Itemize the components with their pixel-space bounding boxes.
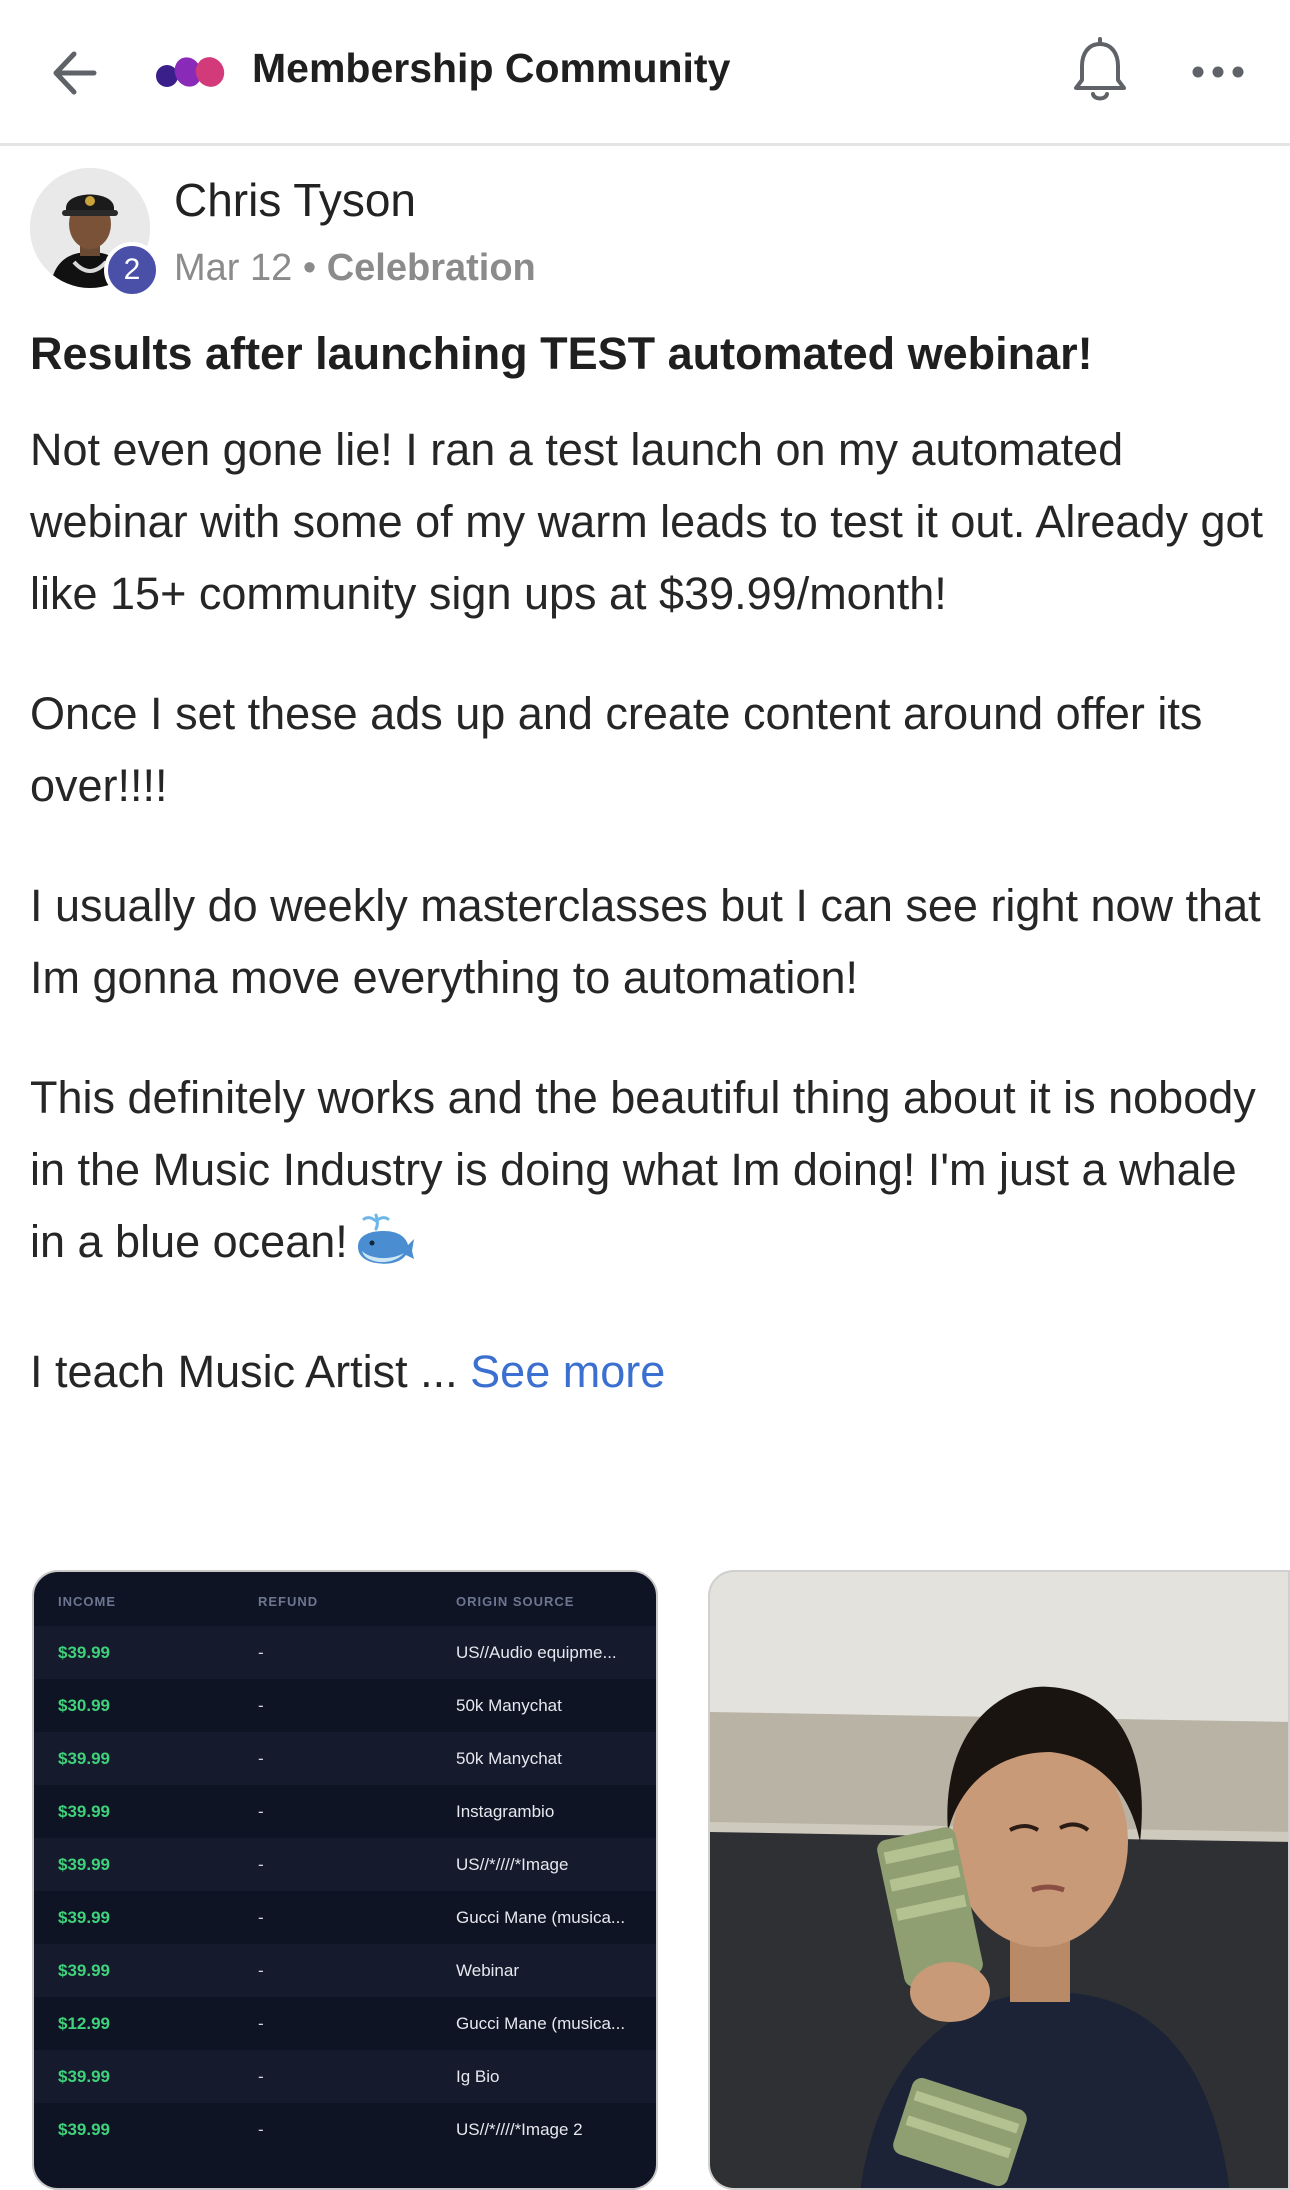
truncated-text: I teach Music Artist ...	[30, 1346, 458, 1397]
author-name[interactable]: Chris Tyson	[174, 172, 416, 228]
truncated-paragraph: I teach Music Artist ... See more	[30, 1336, 1270, 1408]
post-category[interactable]: Celebration	[327, 247, 536, 289]
top-bar: Membership Community	[0, 0, 1290, 146]
see-more-link[interactable]: See more	[470, 1346, 665, 1397]
table-cell-source: Instagrambio	[456, 1802, 555, 1821]
table-cell-refund: -	[258, 1855, 264, 1874]
table-cell-income: $39.99	[58, 1749, 110, 1768]
bell-icon	[1074, 37, 1126, 101]
post-paragraph: Once I set these ads up and create conte…	[30, 688, 1203, 811]
attachment-photo[interactable]	[708, 1570, 1290, 2190]
table-header-refund: REFUND	[258, 1594, 319, 1609]
table-row: $39.99 - Gucci Mane (musica...	[34, 1891, 656, 1944]
meta-separator: •	[302, 247, 317, 289]
table-cell-refund: -	[258, 1643, 264, 1662]
table-cell-source: Webinar	[456, 1961, 519, 1980]
table-cell-source: Gucci Mane (musica...	[456, 2014, 626, 2033]
table-row: $39.99 - US//*////*Image 2	[34, 2103, 656, 2156]
post-meta: Mar 12 • Celebration	[174, 244, 536, 292]
table-row: $12.99 - Gucci Mane (musica...	[34, 1997, 656, 2050]
notifications-button[interactable]	[1068, 36, 1132, 108]
table-cell-income: $39.99	[58, 2067, 110, 2086]
table-cell-income: $39.99	[58, 1908, 110, 1927]
table-header-source: ORIGIN SOURCE	[456, 1594, 575, 1609]
table-cell-refund: -	[258, 2067, 264, 2086]
level-badge: 2	[104, 242, 160, 298]
attachment-table-screenshot[interactable]: INCOME REFUND ORIGIN SOURCE $39.99 - US//A…	[32, 1570, 658, 2190]
post-paragraph: I usually do weekly masterclasses but I …	[30, 880, 1261, 1003]
more-options-button[interactable]	[1188, 48, 1248, 96]
table-cell-refund: -	[258, 1908, 264, 1927]
back-button[interactable]	[44, 40, 110, 106]
table-row: $39.99 - 50k Manychat	[34, 1732, 656, 1785]
table-cell-income: $39.99	[58, 1643, 110, 1662]
whale-emoji-icon	[354, 1211, 416, 1288]
table-cell-source: US//*////*Image	[456, 1855, 569, 1874]
table-cell-source: 50k Manychat	[456, 1696, 562, 1715]
table-cell-income: $30.99	[58, 1696, 110, 1715]
table-cell-refund: -	[258, 1696, 264, 1715]
table-header: INCOME REFUND ORIGIN SOURCE	[34, 1586, 656, 1626]
table-cell-source: US//*////*Image 2	[456, 2120, 583, 2139]
table-row: $39.99 - US//Audio equipme...	[34, 1626, 656, 1679]
post-title: Results after launching TEST automated w…	[30, 328, 1093, 379]
table-cell-income: $39.99	[58, 1961, 110, 1980]
post-body: Not even gone lie! I ran a test launch o…	[30, 414, 1270, 1456]
table-cell-refund: -	[258, 1961, 264, 1980]
table-row: $30.99 - 50k Manychat	[34, 1679, 656, 1732]
table-cell-refund: -	[258, 2014, 264, 2033]
table-cell-source: US//Audio equipme...	[456, 1643, 617, 1662]
table-row: $39.99 - Ig Bio	[34, 2050, 656, 2103]
community-title: Membership Community	[252, 45, 731, 91]
table-cell-source: Gucci Mane (musica...	[456, 1908, 626, 1927]
table-cell-refund: -	[258, 1749, 264, 1768]
more-horizontal-icon	[1192, 66, 1244, 78]
post-paragraph: This definitely works and the beautiful …	[30, 1072, 1256, 1267]
table-header-income: INCOME	[58, 1594, 116, 1609]
table-cell-refund: -	[258, 1802, 264, 1821]
table-row: $39.99 - US//*////*Image	[34, 1838, 656, 1891]
post-date: Mar 12	[174, 247, 293, 289]
post-paragraph: Not even gone lie! I ran a test launch o…	[30, 424, 1264, 619]
post-paragraph-with-emoji: This definitely works and the beautiful …	[30, 1062, 1270, 1288]
table-row: $39.99 - Instagrambio	[34, 1785, 656, 1838]
table-cell-income: $12.99	[58, 2014, 110, 2033]
arrow-left-icon	[53, 51, 97, 95]
membership-logo-icon	[155, 52, 229, 90]
table-cell-source: Ig Bio	[456, 2067, 500, 2086]
table-cell-refund: -	[258, 2120, 264, 2139]
table-row: $39.99 - Webinar	[34, 1944, 656, 1997]
money-photo-icon	[710, 1572, 1288, 2188]
table-cell-income: $39.99	[58, 1802, 110, 1821]
table-cell-source: 50k Manychat	[456, 1749, 562, 1768]
table-cell-income: $39.99	[58, 1855, 110, 1874]
table-cell-income: $39.99	[58, 2120, 110, 2139]
